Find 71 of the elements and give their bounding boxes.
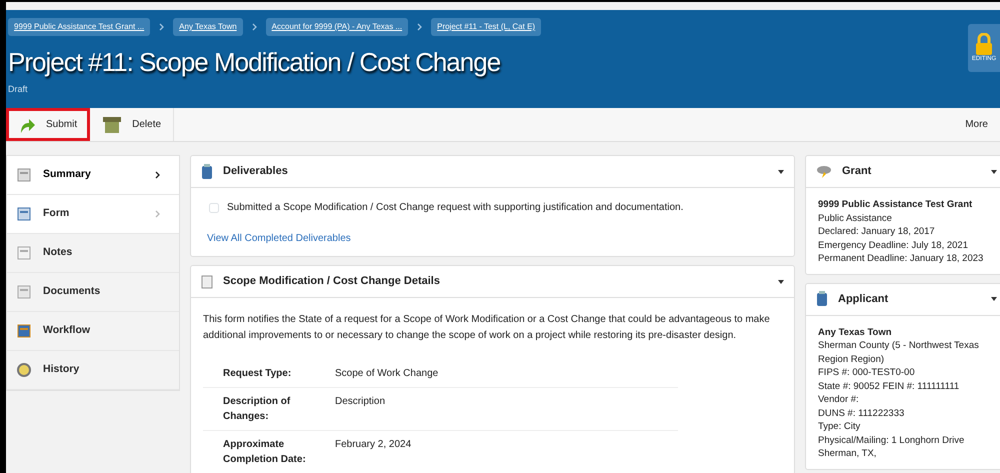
info-line: Permanent Deadline: January 18, 2023	[818, 252, 984, 266]
chevron-icon	[159, 23, 164, 31]
entity-name: 9999 Public Assistance Test Grant	[818, 198, 974, 212]
caret-icon[interactable]	[991, 297, 997, 301]
info-line: Physical/Mailing: 1 Longhorn Drive	[818, 434, 966, 447]
sidebar-label: Form	[43, 206, 70, 222]
sidebar-item[interactable]: History	[7, 351, 179, 390]
panel-title: Grant	[842, 164, 872, 180]
caret-icon[interactable]	[991, 170, 997, 174]
field-value: February 2, 2024	[335, 438, 412, 452]
sidebar-item[interactable]: Documents	[7, 273, 179, 312]
intro-text: This form notifies the State of a request for a Scope of Work Modification or a Cost Change that could be advantageous to make additional improvements to or necessary to change the scope of work on a project while restoring its pre-disaster design.	[203, 313, 771, 343]
more-button[interactable]: More	[953, 108, 1000, 141]
panel-title: Scope Modification / Cost Change Details	[223, 274, 440, 290]
info-line: DUNS #: 111222333	[818, 406, 906, 420]
panel-title: Applicant	[838, 292, 888, 307]
caret-icon[interactable]	[778, 280, 784, 284]
storm-cloud-icon	[816, 164, 832, 180]
sidebar-label: Notes	[43, 245, 72, 260]
breadcrumb-link[interactable]: Any Texas Town	[173, 18, 243, 36]
breadcrumb-link[interactable]: Account for 9999 (PA) - Any Texas ...	[266, 18, 408, 36]
sidebar-item[interactable]: Form	[7, 195, 179, 234]
document-icon	[17, 324, 31, 338]
chevron-icon	[252, 23, 257, 31]
field-label: Request Type:	[223, 367, 292, 381]
page-title: Project #11: Scope Modification / Cost Change	[8, 48, 500, 77]
field-label: Description of Changes:	[223, 395, 292, 424]
breadcrumb-link[interactable]: Project #11 - Test (L, Cat E)	[431, 18, 542, 36]
field-label: Approximate Completion Date:	[223, 438, 307, 467]
canister-icon	[816, 291, 828, 307]
field-value: Description	[335, 395, 386, 409]
clock-icon	[17, 363, 31, 377]
delete-button[interactable]: Delete	[90, 108, 174, 141]
caret-icon[interactable]	[778, 170, 784, 174]
status-text: Draft	[8, 82, 29, 96]
info-line: FIPS #: 000-TEST0-00	[818, 366, 916, 380]
checkbox-item[interactable]: Submitted a Scope Modification / Cost Change request with supporting justification and documentation.	[207, 200, 778, 215]
canister-icon	[201, 164, 213, 180]
entity-name: Any Texas Town	[818, 326, 893, 339]
sidebar-label: Documents	[43, 284, 100, 300]
info-line: Public Assistance	[818, 212, 893, 225]
info-line: Emergency Deadline: July 18, 2021	[818, 238, 969, 252]
chevron-icon	[155, 210, 160, 218]
sidebar-label: Workflow	[43, 323, 90, 338]
field-value: Scope of Work Change	[335, 367, 438, 381]
document-icon	[17, 285, 31, 299]
checkbox-label: Submitted a Scope Modification / Cost Change request with supporting justification and documentation.	[227, 201, 684, 215]
panel-title: Deliverables	[223, 164, 288, 180]
bin-icon	[102, 116, 122, 134]
sidebar-label: Summary	[43, 167, 91, 182]
document-icon	[17, 207, 31, 221]
chevron-icon	[417, 23, 422, 31]
submit-button[interactable]: Submit	[6, 108, 90, 141]
checkbox[interactable]	[209, 202, 219, 212]
sidebar-item[interactable]: Summary	[7, 156, 179, 195]
document-icon	[201, 274, 213, 288]
view-deliverables-link[interactable]: View All Completed Deliverables	[207, 233, 351, 244]
info-line: Sherman, TX,	[818, 447, 878, 460]
document-icon	[17, 246, 31, 260]
info-line: State #: 90052 FEIN #: 111111111	[818, 380, 960, 393]
sidebar-item[interactable]: Workflow	[7, 312, 179, 351]
info-line: Declared: January 18, 2017	[818, 225, 936, 238]
sidebar-label: History	[43, 362, 80, 378]
document-icon	[17, 168, 31, 182]
sidebar-item[interactable]: Notes	[7, 234, 179, 273]
breadcrumb-link[interactable]: 9999 Public Assistance Test Grant ...	[8, 18, 150, 36]
info-line: Sherman County (5 - Northwest Texas Region Region)	[818, 339, 980, 366]
chevron-icon	[155, 171, 160, 179]
info-line: Vendor #:	[818, 393, 860, 406]
info-line: Type: City	[818, 420, 862, 434]
lock-icon	[974, 32, 994, 54]
